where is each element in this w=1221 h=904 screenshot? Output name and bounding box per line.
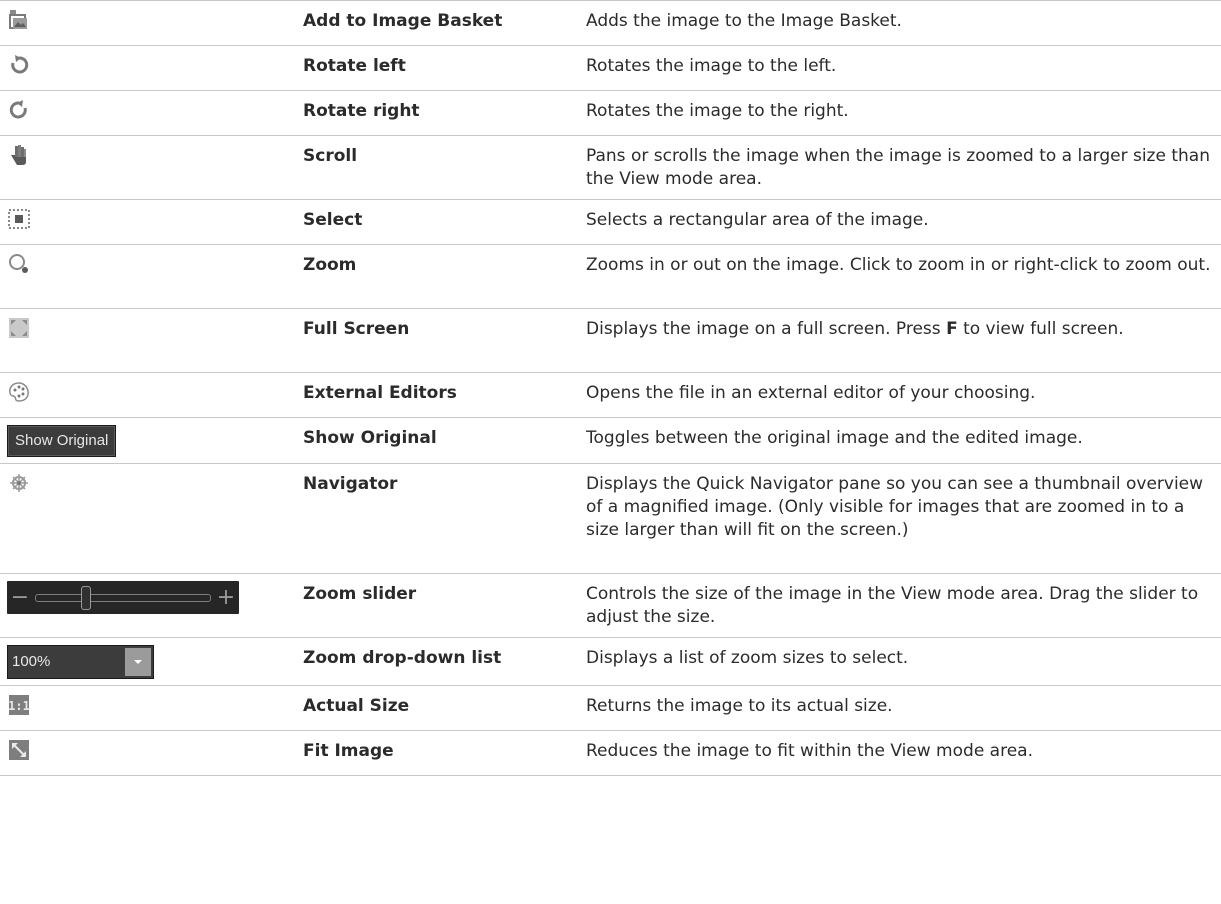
svg-text:1:1: 1:1 [8,699,30,713]
full-screen-icon[interactable] [7,316,31,340]
zoom-icon[interactable] [7,252,31,276]
row-name: Scroll [303,146,358,166]
row-description: Reduces the image to fit within the View… [586,741,1033,761]
table-row: Show Original Show Original Toggles betw… [0,417,1221,464]
row-name: Zoom [303,255,357,275]
navigator-icon[interactable] [7,471,31,495]
toolbar-reference-table: Add to Image Basket Adds the image to th… [0,0,1221,776]
zoom-in-icon[interactable]: + [213,585,239,611]
row-description: Opens the file in an external editor of … [586,383,1036,403]
row-description: Controls the size of the image in the Vi… [586,584,1199,627]
table-row: Fit Image Reduces the image to fit withi… [0,730,1221,776]
row-description: Displays a list of zoom sizes to select. [586,648,909,668]
chevron-down-icon[interactable] [125,648,151,676]
row-name: Rotate right [303,101,420,121]
rotate-left-icon[interactable] [7,53,31,77]
table-row: Navigator Displays the Quick Navigator p… [0,463,1221,574]
table-row: Scroll Pans or scrolls the image when th… [0,135,1221,200]
zoom-dropdown-value: 100% [12,653,51,670]
zoom-slider-thumb[interactable] [80,585,91,610]
table-row: Select Selects a rectangular area of the… [0,199,1221,245]
row-name: Actual Size [303,696,410,716]
row-name: Show Original [303,428,437,448]
row-description: Toggles between the original image and t… [586,428,1083,448]
table-row: 100% Zoom drop-down list Displays a list… [0,637,1221,686]
row-name: Select [303,210,363,230]
row-description: Returns the image to its actual size. [586,696,893,716]
row-name: External Editors [303,383,457,403]
row-description: Selects a rectangular area of the image. [586,210,929,230]
zoom-out-icon[interactable]: − [7,585,33,611]
table-row: Add to Image Basket Adds the image to th… [0,0,1221,46]
image-basket-icon[interactable] [7,8,31,32]
select-icon[interactable] [7,207,31,231]
palette-icon[interactable] [7,380,31,404]
row-description: Pans or scrolls the image when the image… [586,146,1210,189]
zoom-slider-track[interactable] [35,585,211,610]
show-original-button[interactable]: Show Original [7,425,117,457]
table-row: Rotate left Rotates the image to the lef… [0,45,1221,91]
actual-size-icon[interactable]: 1:1 [7,693,31,717]
row-name: Navigator [303,474,398,494]
row-name: Full Screen [303,319,410,339]
row-name: Add to Image Basket [303,11,503,31]
fit-image-icon[interactable] [7,738,31,762]
shortcut-key: F [946,319,958,339]
rotate-right-icon[interactable] [7,98,31,122]
table-row: Full Screen Displays the image on a full… [0,308,1221,373]
row-name: Zoom slider [303,584,417,604]
row-description: Zooms in or out on the image. Click to z… [586,255,1211,275]
row-name: Zoom drop-down list [303,648,502,668]
row-description: Displays the Quick Navigator pane so you… [586,474,1204,540]
row-description: Adds the image to the Image Basket. [586,11,902,31]
row-description: Rotates the image to the left. [586,56,837,76]
table-row: External Editors Opens the file in an ex… [0,372,1221,418]
row-name: Fit Image [303,741,394,761]
table-row: Rotate right Rotates the image to the ri… [0,90,1221,136]
table-row: 1:1 Actual Size Returns the image to its… [0,685,1221,731]
zoom-slider[interactable]: − + [7,581,239,614]
row-name: Rotate left [303,56,406,76]
table-row: Zoom Zooms in or out on the image. Click… [0,244,1221,309]
hand-icon[interactable] [7,143,31,167]
zoom-dropdown[interactable]: 100% [7,645,154,679]
row-description: Rotates the image to the right. [586,101,849,121]
table-row: − + Zoom slider Controls the size of the… [0,573,1221,638]
row-description: Displays the image on a full screen. Pre… [586,319,1124,339]
